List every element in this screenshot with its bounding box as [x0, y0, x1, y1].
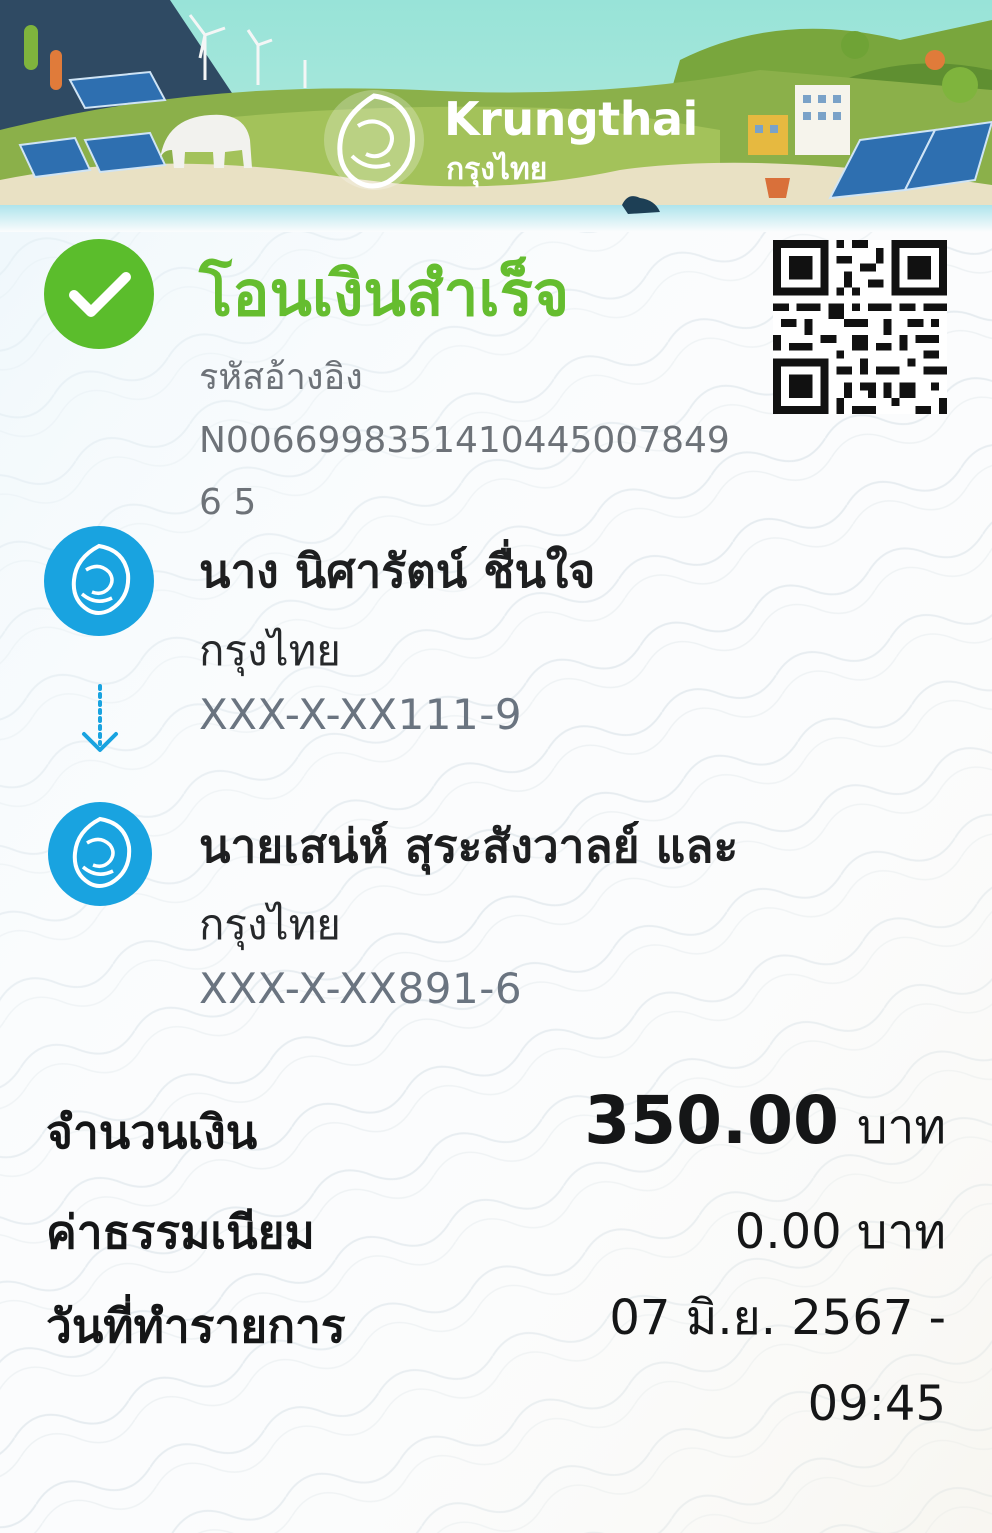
time-line: 09:45	[807, 1376, 946, 1432]
reference-number: N00669983514104450078496 5	[199, 420, 730, 523]
amount-label: จำนวนเงิน	[46, 1105, 258, 1159]
status-title: โอนเงินสำเร็จ	[199, 257, 570, 330]
amount-row: 350.00 บาท	[584, 1082, 946, 1165]
success-check-icon	[44, 239, 154, 349]
date-value: 07 มิ.ย. 2567 - 09:45	[609, 1275, 946, 1447]
header-banner: Krungthai กรุงไทย	[0, 0, 992, 232]
sender-bank: กรุงไทย	[199, 626, 341, 675]
receiver-account: XXX-X-XX891-6	[199, 964, 523, 1013]
krungthai-logo-icon	[324, 90, 424, 190]
receiver-bank: กรุงไทย	[199, 900, 341, 949]
date-label: วันที่ทำรายการ	[46, 1299, 346, 1353]
qr-code-icon[interactable]	[772, 240, 948, 414]
date-line: 07 มิ.ย. 2567 -	[609, 1290, 946, 1346]
fee-label: ค่าธรรมเนียม	[46, 1205, 315, 1259]
brand-name-thai: กรุงไทย	[446, 152, 548, 187]
transfer-slip: Krungthai กรุงไทย โอนเงินสำเร็จ รหัสอ้าง…	[0, 0, 992, 1533]
receiver-bank-icon	[48, 802, 152, 906]
fee-value: 0.00 บาท	[734, 1204, 946, 1260]
sender-name: นาง นิศารัตน์ ชื่นใจ	[199, 544, 596, 598]
receiver-name: นายเสน่ห์ สุระสังวาลย์ และ	[199, 819, 739, 873]
sender-bank-icon	[44, 526, 154, 636]
arrow-down-icon	[82, 684, 118, 752]
amount-value: 350.00	[584, 1082, 839, 1159]
amount-unit: บาท	[856, 1099, 946, 1155]
reference-label: รหัสอ้างอิง	[199, 357, 363, 398]
sender-account: XXX-X-XX111-9	[199, 690, 523, 739]
brand-name: Krungthai	[444, 92, 698, 146]
